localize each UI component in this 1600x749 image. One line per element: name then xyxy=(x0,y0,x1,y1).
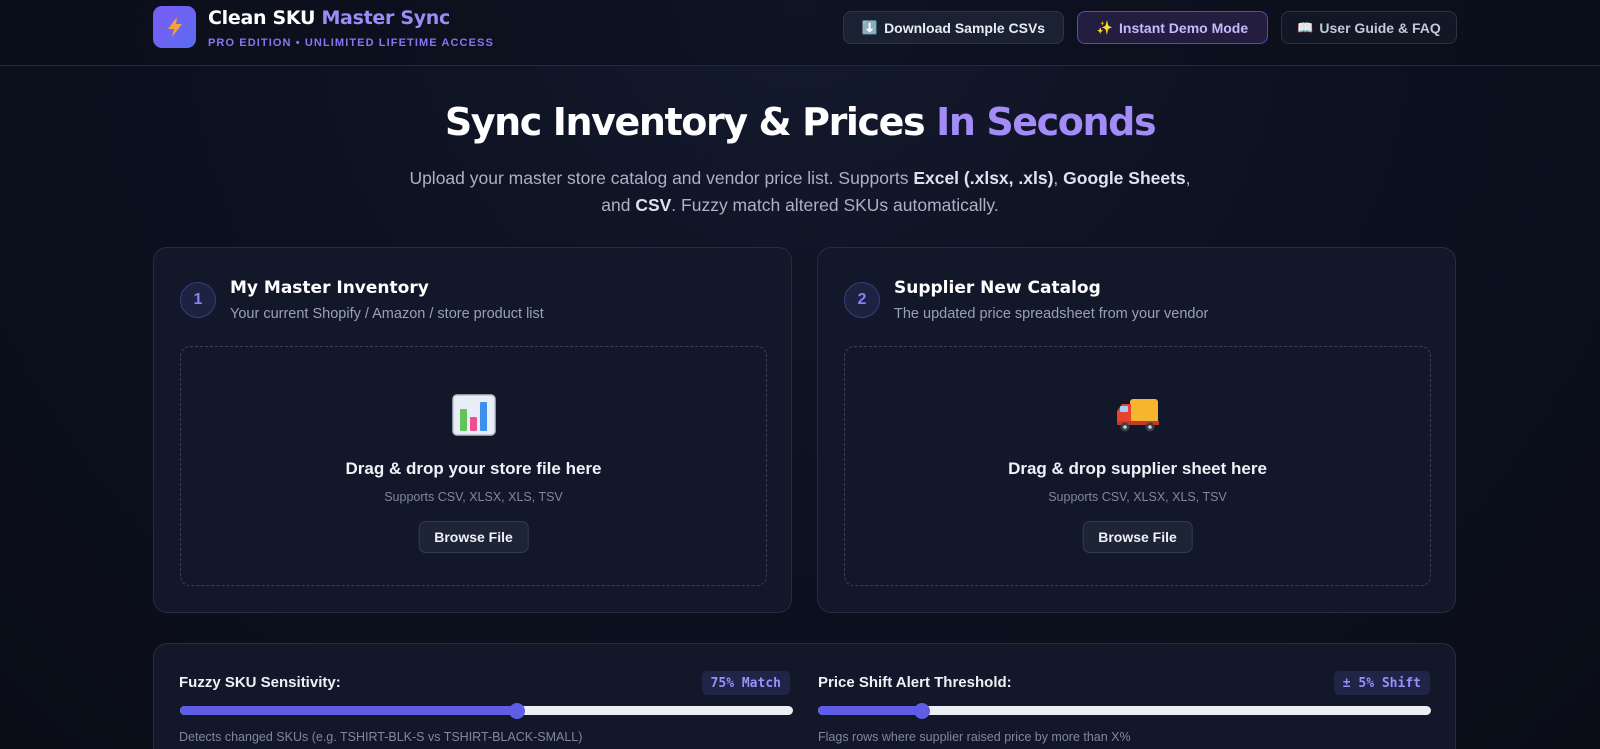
price-threshold-slider[interactable] xyxy=(818,703,1431,719)
download-samples-button[interactable]: ⬇️ Download Sample CSVs xyxy=(843,11,1064,44)
hero-desc-csv: CSV xyxy=(635,195,672,215)
download-samples-label: Download Sample CSVs xyxy=(884,19,1046,36)
card-title: Supplier New Catalog xyxy=(894,278,1101,298)
dropzone-title: Drag & drop supplier sheet here xyxy=(1008,459,1267,478)
brand-title: Clean SKU Master Sync xyxy=(208,7,450,29)
hero-desc-text: Upload your master store catalog and ven… xyxy=(409,168,914,188)
step-badge: 2 xyxy=(844,282,880,318)
settings-panel: Fuzzy SKU Sensitivity: 75% Match Detects… xyxy=(153,643,1456,749)
master-inventory-card: 1 My Master Inventory Your current Shopi… xyxy=(153,247,792,613)
price-threshold-label: Price Shift Alert Threshold: xyxy=(818,674,1012,691)
dropzone-title: Drag & drop your store file here xyxy=(345,459,602,478)
card-title: My Master Inventory xyxy=(230,278,429,298)
slider-fill xyxy=(818,706,923,715)
user-guide-button[interactable]: 📖 User Guide & FAQ xyxy=(1281,11,1457,44)
delivery-truck-icon xyxy=(845,391,1430,439)
bar-chart-icon xyxy=(181,391,766,439)
hero-description: Upload your master store catalog and ven… xyxy=(400,165,1200,219)
top-header: Clean SKU Master Sync PRO EDITION • UNLI… xyxy=(0,0,1600,66)
hero-title-accent: In Seconds xyxy=(936,100,1156,144)
browse-file-button[interactable]: Browse File xyxy=(418,521,529,553)
card-subtitle: Your current Shopify / Amazon / store pr… xyxy=(230,306,544,322)
hero-title: Sync Inventory & Prices In Seconds xyxy=(0,100,1600,144)
card-subtitle: The updated price spreadsheet from your … xyxy=(894,306,1209,322)
price-threshold-help: Flags rows where supplier raised price b… xyxy=(818,730,1131,744)
brand-title-main: Clean SKU xyxy=(208,7,316,29)
book-icon: 📖 xyxy=(1297,19,1314,35)
slider-thumb[interactable] xyxy=(509,703,526,719)
slider-fill xyxy=(180,706,518,715)
demo-mode-label: Instant Demo Mode xyxy=(1119,19,1249,36)
hero-desc-excel: Excel (.xlsx, .xls) xyxy=(913,168,1054,188)
lightning-bolt-icon xyxy=(167,17,182,37)
fuzzy-sensitivity-slider[interactable] xyxy=(180,703,793,719)
hero-desc-text: . Fuzzy match altered SKUs automatically… xyxy=(671,195,999,215)
download-icon: ⬇️ xyxy=(861,19,879,35)
supplier-file-dropzone[interactable]: Drag & drop supplier sheet here Supports… xyxy=(844,346,1431,586)
hero-desc-sheets: Google Sheets xyxy=(1063,168,1186,188)
price-shift-badge: ± 5% Shift xyxy=(1333,671,1430,695)
store-file-dropzone[interactable]: Drag & drop your store file here Support… xyxy=(180,346,767,586)
hero-title-main: Sync Inventory & Prices xyxy=(444,100,926,144)
sparkles-icon: ✨ xyxy=(1096,19,1114,35)
fuzzy-sensitivity-help: Detects changed SKUs (e.g. TSHIRT-BLK-S … xyxy=(179,730,583,744)
fuzzy-match-badge: 75% Match xyxy=(701,671,790,695)
user-guide-label: User Guide & FAQ xyxy=(1319,19,1441,36)
demo-mode-button[interactable]: ✨ Instant Demo Mode xyxy=(1077,11,1268,44)
app-logo[interactable] xyxy=(153,6,196,48)
slider-thumb[interactable] xyxy=(914,703,931,719)
dropzone-subtitle: Supports CSV, XLSX, XLS, TSV xyxy=(1048,490,1227,504)
supplier-catalog-card: 2 Supplier New Catalog The updated price… xyxy=(817,247,1456,613)
step-badge: 1 xyxy=(180,282,216,318)
browse-file-button[interactable]: Browse File xyxy=(1082,521,1193,553)
fuzzy-sensitivity-label: Fuzzy SKU Sensitivity: xyxy=(179,674,341,691)
dropzone-subtitle: Supports CSV, XLSX, XLS, TSV xyxy=(384,490,563,504)
hero-desc-text: , xyxy=(1053,168,1064,188)
brand-subtitle: PRO EDITION • UNLIMITED LIFETIME ACCESS xyxy=(208,37,494,49)
brand-title-accent: Master Sync xyxy=(321,7,450,29)
